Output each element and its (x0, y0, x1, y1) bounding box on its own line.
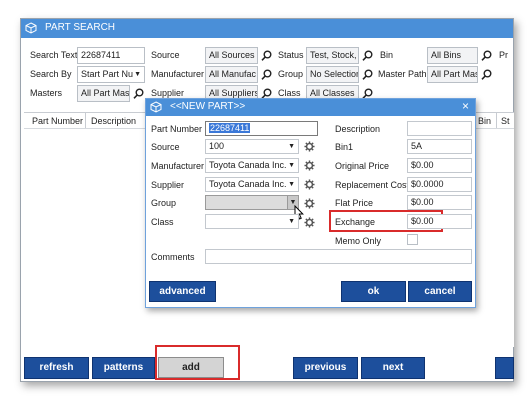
search-icon[interactable] (360, 48, 375, 63)
manufacturer-select[interactable]: Toyota Canada Inc. ▼ (205, 158, 299, 173)
refresh-button[interactable]: refresh (24, 357, 89, 379)
ok-button[interactable]: ok (341, 281, 406, 302)
manufacturer-value: Toyota Canada Inc. (209, 160, 287, 170)
cancel-button[interactable]: cancel (408, 281, 472, 302)
chevron-down-icon: ▼ (288, 178, 295, 191)
bin-filter-field[interactable]: All Bins (427, 47, 478, 64)
gear-icon[interactable] (304, 141, 315, 154)
search-icon[interactable] (259, 48, 274, 63)
gear-icon[interactable] (304, 198, 315, 211)
close-icon[interactable]: × (462, 99, 469, 113)
status-filter-label: Status (278, 50, 304, 60)
advanced-button[interactable]: advanced (149, 281, 216, 302)
bin1-input[interactable]: 5A (407, 139, 472, 154)
supplier-label: Supplier (151, 180, 185, 190)
part-number-value: 22687411 (209, 123, 251, 133)
column-divider (85, 113, 86, 128)
cube-icon (25, 22, 37, 34)
chevron-down-icon: ▼ (288, 218, 295, 225)
exchange-input[interactable]: $0.00 (407, 214, 472, 229)
class-select[interactable]: ▼ (205, 214, 299, 229)
masters-label: Masters (30, 88, 63, 98)
group-filter-field[interactable]: No Selection (306, 66, 359, 83)
search-icon[interactable] (479, 67, 494, 82)
source-label: Source (151, 142, 180, 152)
bin-filter-label: Bin (380, 50, 394, 60)
patterns-button[interactable]: patterns (92, 357, 155, 379)
search-icon[interactable] (259, 67, 274, 82)
class-label: Class (151, 217, 174, 227)
source-filter-field[interactable]: All Sources (205, 47, 258, 64)
masters-field[interactable]: All Part Mast (77, 85, 130, 102)
master-path-label: Master Path (378, 69, 427, 79)
next-button[interactable]: next (361, 357, 425, 379)
chevron-down-icon: ▼ (134, 71, 141, 78)
search-text-label: Search Text (30, 50, 78, 60)
comments-label: Comments (151, 252, 195, 262)
supplier-select[interactable]: Toyota Canada Inc. ▼ (205, 177, 299, 192)
cube-icon (150, 101, 162, 113)
search-by-value: Start Part Nu (81, 69, 134, 79)
column-header-part-number[interactable]: Part Number (32, 115, 83, 128)
source-value: 100 (209, 141, 225, 151)
pr-filter-label: Pr (499, 50, 508, 60)
dialog-title: <<NEW PART>> (170, 101, 246, 112)
source-filter-label: Source (151, 50, 180, 60)
window-titlebar: PART SEARCH (21, 19, 513, 38)
add-button[interactable]: add (158, 357, 224, 378)
column-header-bin[interactable]: Bin (478, 115, 491, 128)
column-divider (496, 113, 497, 128)
group-select[interactable]: ▼ (205, 195, 299, 210)
gear-icon[interactable] (304, 179, 315, 192)
search-icon[interactable] (479, 48, 494, 63)
extra-button[interactable] (495, 357, 514, 379)
status-filter-field[interactable]: Test, Stock, ( (306, 47, 359, 64)
description-input[interactable] (407, 121, 472, 136)
dialog-titlebar: <<NEW PART>> × (146, 99, 475, 116)
supplier-value: Toyota Canada Inc. (209, 179, 287, 189)
search-by-label: Search By (30, 69, 72, 79)
search-by-select[interactable]: Start Part Nu ▼ (77, 66, 145, 83)
master-path-field[interactable]: All Part Mas (427, 66, 478, 83)
part-number-input[interactable]: 22687411 (205, 121, 318, 136)
group-label: Group (151, 198, 177, 208)
flat-price-label: Flat Price (335, 198, 374, 208)
gear-icon[interactable] (304, 217, 315, 230)
manufacturer-label: Manufacturer (151, 161, 205, 171)
memo-only-label: Memo Only (335, 236, 382, 246)
replacement-cost-input[interactable]: $0.0000 (407, 177, 472, 192)
comments-input[interactable] (205, 249, 472, 264)
chevron-down-icon: ▼ (288, 159, 295, 172)
column-header-st[interactable]: St (501, 115, 511, 128)
previous-button[interactable]: previous (293, 357, 358, 379)
source-select[interactable]: 100 ▼ (205, 139, 299, 154)
replacement-cost-label: Replacement Cost (335, 180, 410, 190)
column-header-description[interactable]: Description (91, 115, 141, 128)
memo-only-checkbox[interactable] (407, 234, 418, 245)
search-text-input[interactable]: 22687411 (77, 47, 145, 64)
chevron-down-icon: ▼ (288, 143, 295, 150)
original-price-label: Original Price (335, 161, 390, 171)
gear-icon[interactable] (304, 160, 315, 173)
bin1-label: Bin1 (335, 142, 354, 152)
manufacturer-filter-label: Manufacturer (151, 69, 205, 79)
description-label: Description (335, 124, 381, 134)
exchange-label: Exchange (335, 217, 376, 227)
flat-price-input[interactable]: $0.00 (407, 195, 472, 210)
original-price-input[interactable]: $0.00 (407, 158, 472, 173)
search-icon[interactable] (360, 67, 375, 82)
search-icon[interactable] (131, 86, 146, 101)
manufacturer-filter-field[interactable]: All Manufac (205, 66, 258, 83)
part-number-label: Part Number (151, 124, 203, 134)
window-title: PART SEARCH (45, 22, 116, 33)
group-filter-label: Group (278, 69, 304, 79)
